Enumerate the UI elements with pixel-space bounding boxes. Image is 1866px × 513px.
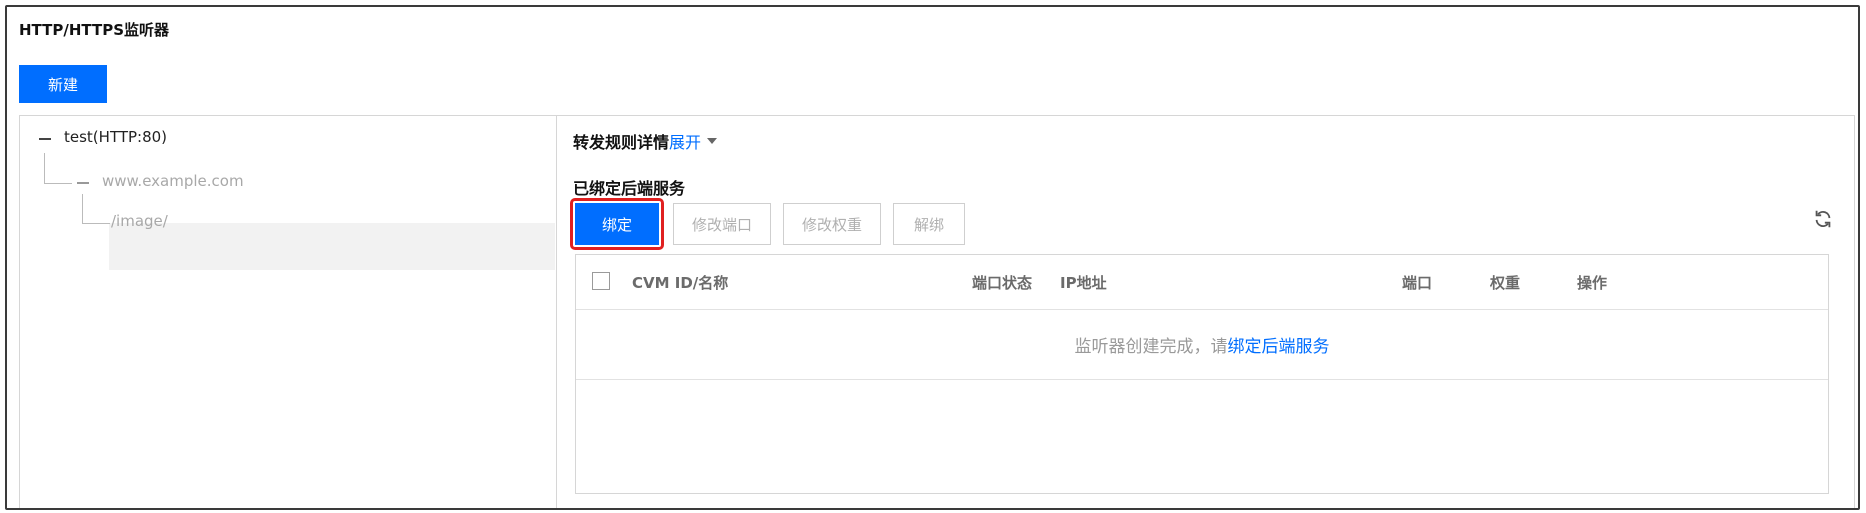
modify-port-button[interactable]: 修改端口 (673, 203, 771, 245)
unbind-button[interactable]: 解绑 (893, 203, 965, 245)
empty-message: 监听器创建完成，请 (1074, 336, 1228, 357)
rule-detail-title: 转发规则详情 (573, 133, 670, 152)
table-header: CVM ID/名称 端口状态 IP地址 端口 权重 操作 (576, 255, 1828, 310)
tree-item-domain[interactable]: www.example.com (102, 172, 244, 190)
tree-connector (82, 194, 83, 224)
backend-table: CVM ID/名称 端口状态 IP地址 端口 权重 操作 监听器创建完成，请 绑… (575, 254, 1829, 494)
new-button[interactable]: 新建 (19, 65, 107, 103)
bound-backend-title: 已绑定后端服务 (573, 179, 686, 198)
tree-item-path[interactable]: /image/ (111, 212, 168, 230)
caret-down-icon[interactable] (707, 138, 718, 144)
expand-label[interactable]: 展开 (669, 129, 701, 153)
listener-tree: test(HTTP:80) www.example.com /image/ (20, 116, 557, 508)
column-port-status: 端口状态 (972, 274, 1033, 292)
bind-backend-link[interactable]: 绑定后端服务 (1228, 332, 1330, 357)
expand-link[interactable]: 展开 (669, 129, 718, 153)
select-all-checkbox[interactable] (592, 272, 610, 290)
collapse-icon[interactable] (39, 138, 51, 140)
column-port: 端口 (1402, 274, 1433, 292)
panel-title: HTTP/HTTPS监听器 (19, 21, 169, 39)
column-ip: IP地址 (1060, 274, 1107, 292)
tree-item-listener[interactable]: test(HTTP:80) (64, 128, 167, 146)
refresh-icon[interactable] (1812, 208, 1834, 230)
column-action: 操作 (1577, 274, 1608, 292)
modify-weight-button[interactable]: 修改权重 (783, 203, 881, 245)
tree-connector (44, 183, 72, 184)
tree-connector (44, 153, 45, 184)
rule-detail: 转发规则详情 展开 已绑定后端服务 绑定 修改端口 修改权重 解绑 CVM ID… (557, 116, 1854, 508)
empty-state: 监听器创建完成，请 绑定后端服务 (576, 309, 1828, 380)
listener-detail-panel: test(HTTP:80) www.example.com /image/ 转发… (19, 115, 1855, 508)
bind-button[interactable]: 绑定 (575, 203, 659, 245)
tree-connector (82, 223, 110, 224)
tree-item-path-selected[interactable] (109, 223, 555, 270)
collapse-icon[interactable] (77, 182, 89, 184)
column-cvm: CVM ID/名称 (632, 274, 729, 292)
column-weight: 权重 (1490, 274, 1521, 292)
listener-panel: HTTP/HTTPS监听器 新建 test(HTTP:80) www.examp… (5, 5, 1860, 510)
